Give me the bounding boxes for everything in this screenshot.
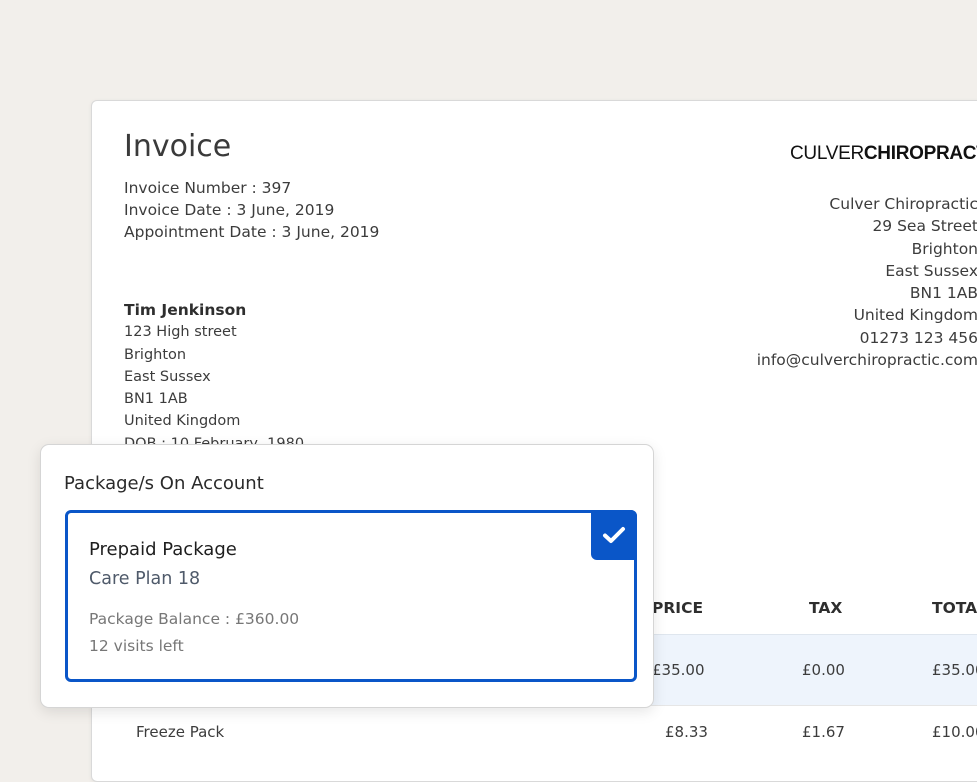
package-type: Prepaid Package — [89, 539, 237, 560]
invoice-meta: Invoice Number : 397 Invoice Date : 3 Ju… — [124, 177, 379, 243]
clinic-logo-light: CULVER — [790, 143, 864, 164]
clinic-address-line: Culver Chiropractic — [829, 195, 977, 213]
patient-address-line: Brighton — [124, 346, 187, 363]
invoice-title: Invoice — [124, 129, 232, 164]
selected-check-badge[interactable] — [591, 510, 637, 560]
clinic-address-line: United Kingdom — [853, 306, 977, 325]
package-name: Care Plan 18 — [89, 569, 201, 589]
clinic-address: Culver Chiropractic 29 Sea Street Bright… — [678, 193, 977, 371]
patient-name: Tim Jenkinson — [124, 301, 247, 319]
patient-address: Tim Jenkinson 123 High street Brighton E… — [124, 299, 304, 455]
clinic-address-line: 29 Sea Street — [872, 217, 977, 236]
patient-address-line: 123 High street — [124, 324, 237, 341]
row-price: £8.33 — [665, 723, 708, 741]
clinic-logo-bold: CHIROPRACTIC — [863, 143, 977, 164]
invoice-date: Invoice Date : 3 June, 2019 — [124, 201, 335, 219]
check-icon — [603, 527, 625, 543]
invoice-number: Invoice Number : 397 — [124, 179, 292, 197]
clinic-address-line: BN1 1AB — [909, 284, 977, 303]
patient-address-line: East Sussex — [124, 368, 211, 385]
header-price: PRICE — [652, 599, 704, 617]
header-total: TOTAL — [932, 599, 977, 617]
row-tax: £0.00 — [802, 661, 845, 679]
appointment-date: Appointment Date : 3 June, 2019 — [124, 223, 380, 241]
clinic-address-line: East Sussex — [885, 261, 977, 280]
package-balance: Package Balance : £360.00 — [89, 610, 300, 628]
row-tax: £1.67 — [802, 723, 845, 741]
package-card[interactable]: Prepaid Package Care Plan 18 Package Bal… — [65, 510, 637, 682]
row-total: £35.00 — [932, 661, 977, 679]
packages-popup: Package/s On Account Prepaid Package Car… — [40, 444, 654, 708]
patient-address-line: BN1 1AB — [124, 391, 188, 408]
clinic-logo: CULVERCHIROPRACTIC — [790, 143, 977, 165]
row-item: Freeze Pack — [136, 723, 225, 741]
header-tax: TAX — [809, 599, 843, 617]
clinic-phone: 01273 123 456 — [859, 328, 977, 347]
clinic-email: info@culverchiropractic.com — [756, 351, 977, 370]
package-visits: 12 visits left — [89, 637, 184, 655]
row-total: £10.00 — [932, 723, 977, 741]
clinic-address-line: Brighton — [911, 239, 977, 258]
table-row[interactable]: Freeze Pack £8.33 £1.67 £10.00 — [92, 705, 977, 766]
patient-address-line: United Kingdom — [124, 413, 241, 430]
row-price: £35.00 — [652, 661, 705, 679]
popup-title: Package/s On Account — [64, 473, 264, 494]
